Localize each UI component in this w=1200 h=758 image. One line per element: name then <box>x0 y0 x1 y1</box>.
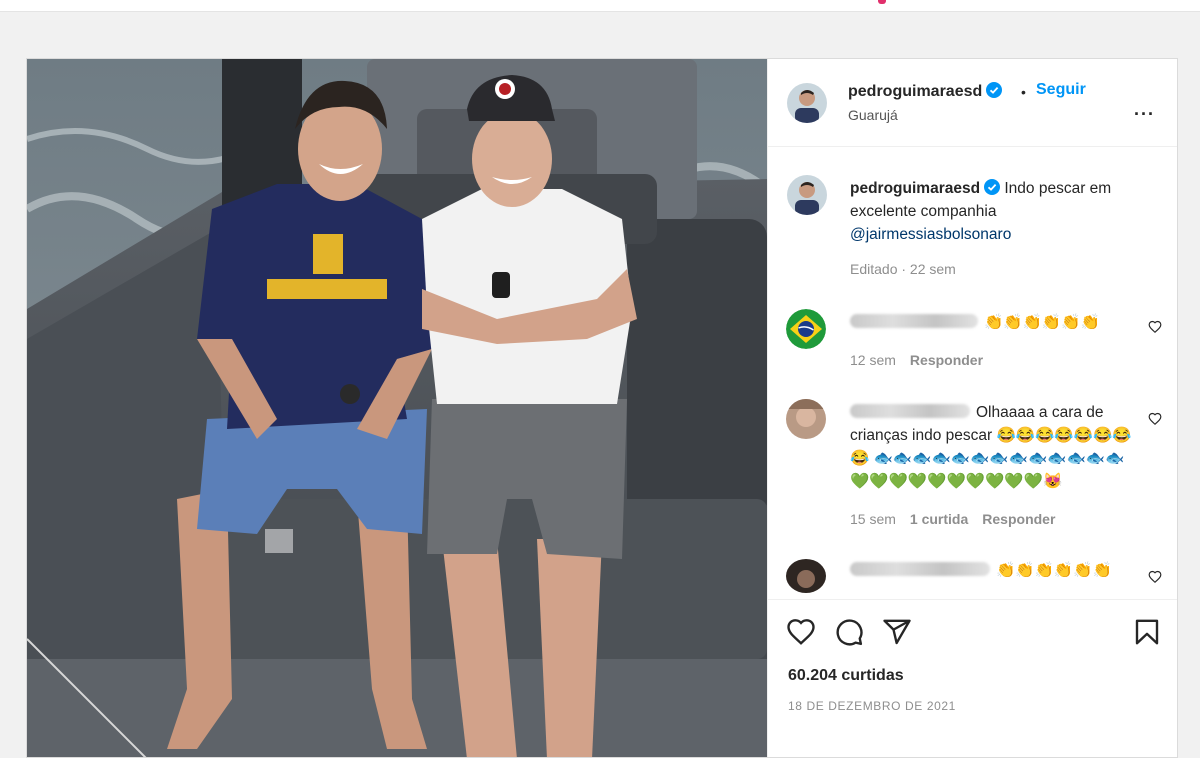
comment-like-icon[interactable] <box>1148 320 1162 334</box>
comment-meta: 15 sem 1 curtida Responder <box>850 511 1069 527</box>
comment-time[interactable]: 15 sem <box>850 511 896 527</box>
reply-button[interactable]: Responder <box>910 352 983 368</box>
caption-avatar[interactable] <box>787 175 827 215</box>
separator-dot: • <box>1021 84 1026 100</box>
commenter-avatar[interactable] <box>786 559 826 593</box>
comment-time[interactable]: 12 sem <box>850 352 896 368</box>
commenter-avatar[interactable] <box>786 309 826 349</box>
verified-icon <box>986 82 1003 98</box>
divider <box>768 599 1177 600</box>
comment-body: 👏👏👏👏👏👏 <box>984 314 1100 331</box>
browser-top-strip <box>0 0 1200 12</box>
comment-meta: 12 sem Responder <box>850 352 997 368</box>
likes-count[interactable]: 60.204 curtidas <box>788 667 904 685</box>
avatar[interactable] <box>787 83 827 123</box>
heart-icon[interactable] <box>786 617 816 647</box>
comment-likes[interactable]: 1 curtida <box>910 511 968 527</box>
caption-mention[interactable]: @jairmessiasbolsonaro <box>850 226 1011 243</box>
post-sidebar: pedroguimaraesd • Seguir Guarujá ... ped… <box>767 59 1177 757</box>
post-caption: pedroguimaraesd Indo pescar em excelente… <box>850 177 1162 246</box>
comment-icon[interactable] <box>834 617 864 647</box>
blurred-username[interactable] <box>850 404 970 418</box>
blurred-username[interactable] <box>850 562 990 576</box>
post-date: 18 DE DEZEMBRO DE 2021 <box>788 699 956 713</box>
share-icon[interactable] <box>882 617 912 647</box>
comment-like-icon[interactable] <box>1148 570 1162 584</box>
follow-button[interactable]: Seguir <box>1036 81 1086 99</box>
post-location[interactable]: Guarujá <box>848 107 898 123</box>
blurred-username[interactable] <box>850 314 978 328</box>
caption-meta: Editado · 22 sem <box>850 261 956 277</box>
comment-text: 👏👏👏👏👏👏 <box>850 311 1140 334</box>
comment-like-icon[interactable] <box>1148 412 1162 426</box>
comment-text: Olhaaaa a cara de crianças indo pescar 😂… <box>850 401 1140 493</box>
commenter-avatar[interactable] <box>786 399 826 439</box>
post-author[interactable]: pedroguimaraesd <box>848 82 1003 101</box>
top-accent-mark <box>878 0 886 4</box>
bookmark-icon[interactable] <box>1132 617 1162 647</box>
verified-icon <box>984 179 1001 195</box>
author-username[interactable]: pedroguimaraesd <box>848 83 982 100</box>
reply-button[interactable]: Responder <box>982 511 1055 527</box>
comment-body: 👏👏👏👏👏👏 <box>996 562 1112 579</box>
post-header: pedroguimaraesd • Seguir Guarujá ... <box>768 59 1177 147</box>
more-icon[interactable]: ... <box>1134 99 1155 120</box>
caption-username[interactable]: pedroguimaraesd <box>850 180 980 197</box>
post-photo[interactable] <box>27 59 767 757</box>
instagram-post: pedroguimaraesd • Seguir Guarujá ... ped… <box>26 58 1178 758</box>
comment-text: 👏👏👏👏👏👏 <box>850 559 1140 582</box>
